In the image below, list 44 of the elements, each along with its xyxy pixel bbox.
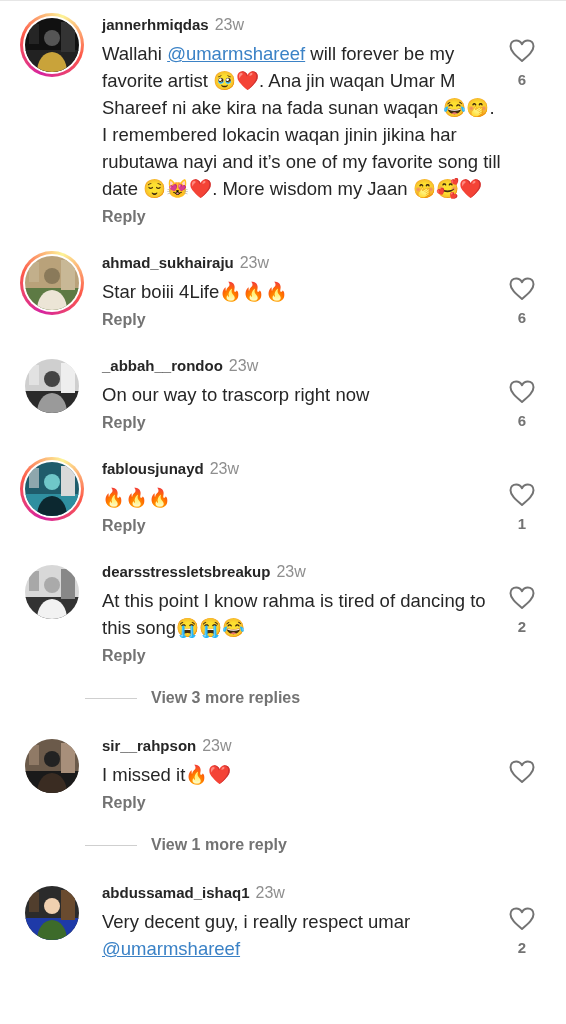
timestamp: 23w [202,737,232,754]
comment-text: I missed it🔥❤ [102,763,233,787]
reply-button[interactable]: Reply [102,644,146,668]
username[interactable]: abdussamad_ishaq1 [102,884,250,901]
like-button[interactable] [509,277,535,301]
reply-button[interactable]: Reply [102,411,146,435]
reply-button[interactable]: Reply [102,308,146,332]
username[interactable]: _abbah__rondoo [102,357,223,374]
timestamp: 23w [239,254,270,271]
comment-text: On our way to trascorp right now [102,383,371,407]
timestamp: 23w [228,357,259,374]
like-button[interactable] [509,586,535,610]
timestamp: 23w [214,16,245,33]
username[interactable]: ahmad_sukhairaju [102,254,234,271]
like-count: 2 [517,938,527,958]
username[interactable]: fablousjunayd [102,460,204,477]
comment-text: 🔥🔥🔥 [102,486,172,510]
like-button[interactable] [509,39,535,63]
like-count: 6 [517,308,527,328]
view-replies-button[interactable]: View 1 more reply [151,833,287,857]
like-button[interactable] [509,760,535,784]
timestamp: 23w [255,884,285,901]
comment-text: Very decent guy, i really respect umar @umarmshareef [102,910,412,961]
username[interactable]: dearsstressletsbreakup [102,563,271,580]
comment-text: Wallahi @umarmshareef will forever be my favorite artist 🥹❤. Ana jin waqan Umar M Shareef ni ake kira na fada sunan waqan 😂🤭. I remembered lokacin waqan jinin jikina har rubutawa nayi and it’s one of my favorite song till date 😌😻❤. More wisdom my Jaan 🤭🥰❤ [102,42,502,201]
like-button[interactable] [509,380,535,404]
mention-link[interactable]: @umarmshareef [102,938,241,959]
comment-text: Star boiii 4Life🔥🔥🔥 [102,280,290,304]
like-button[interactable] [509,907,535,931]
timestamp: 23w [209,460,240,477]
mention-link[interactable]: @umarmshareef [167,43,306,64]
reply-button[interactable]: Reply [102,514,146,538]
reply-button[interactable]: Reply [102,205,146,229]
reply-button[interactable]: Reply [102,791,146,815]
like-count: 2 [517,617,527,637]
like-count: 6 [517,411,527,431]
comment-text: At this point I know rahma is tired of dancing to this song😭😭😂 [102,589,487,640]
timestamp: 23w [276,563,306,580]
username[interactable]: jannerhmiqdas [102,16,209,33]
like-count: 1 [517,514,527,534]
like-button[interactable] [509,483,535,507]
like-count: 6 [517,70,527,90]
view-replies-button[interactable]: View 3 more replies [151,686,301,710]
username[interactable]: sir__rahpson [102,737,197,754]
